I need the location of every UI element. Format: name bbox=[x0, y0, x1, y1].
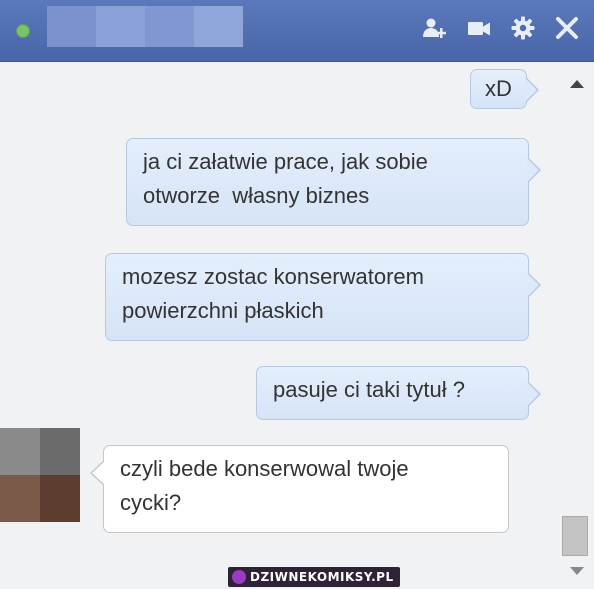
message-text: xD bbox=[485, 76, 512, 101]
message-bubble: xD bbox=[470, 69, 539, 109]
message-bubble: ja ci załatwie prace, jak sobie otworze … bbox=[126, 138, 541, 226]
video-call-icon[interactable] bbox=[464, 12, 494, 44]
message-bubble: mozesz zostac konserwatorem powierzchni … bbox=[105, 253, 541, 341]
message-text-line: czyli bede konserwowal twoje bbox=[120, 456, 409, 481]
message-bubble: pasuje ci taki tytuł ? bbox=[256, 366, 541, 420]
watermark-logo-icon bbox=[232, 570, 246, 584]
scroll-down-icon[interactable] bbox=[570, 567, 584, 575]
scrollbar[interactable] bbox=[560, 62, 594, 589]
message-bubble: czyli bede konserwowal twoje cycki? bbox=[90, 445, 509, 533]
watermark: DZIWNEKOMIKSY.PL bbox=[228, 567, 400, 587]
scroll-thumb[interactable] bbox=[562, 516, 588, 556]
watermark-text: DZIWNEKOMIKSY.PL bbox=[250, 570, 394, 584]
online-status-icon bbox=[16, 24, 30, 38]
scroll-up-icon[interactable] bbox=[570, 80, 584, 88]
add-friend-icon[interactable] bbox=[420, 12, 450, 44]
chat-header bbox=[0, 0, 594, 62]
message-text-line: otworze własny biznes bbox=[143, 183, 370, 208]
message-list[interactable]: xD ja ci załatwie prace, jak sobie otwor… bbox=[0, 62, 560, 589]
message-text-line: mozesz zostac konserwatorem bbox=[122, 264, 424, 289]
contact-name-pixelated[interactable] bbox=[47, 6, 243, 47]
gear-icon[interactable] bbox=[508, 12, 538, 44]
close-icon[interactable] bbox=[552, 12, 582, 44]
message-text: pasuje ci taki tytuł ? bbox=[273, 377, 465, 402]
message-text-line: cycki? bbox=[120, 490, 182, 515]
message-text-line: ja ci załatwie prace, jak sobie bbox=[143, 149, 428, 174]
avatar[interactable] bbox=[0, 428, 80, 522]
message-text-line: powierzchni płaskich bbox=[122, 298, 324, 323]
